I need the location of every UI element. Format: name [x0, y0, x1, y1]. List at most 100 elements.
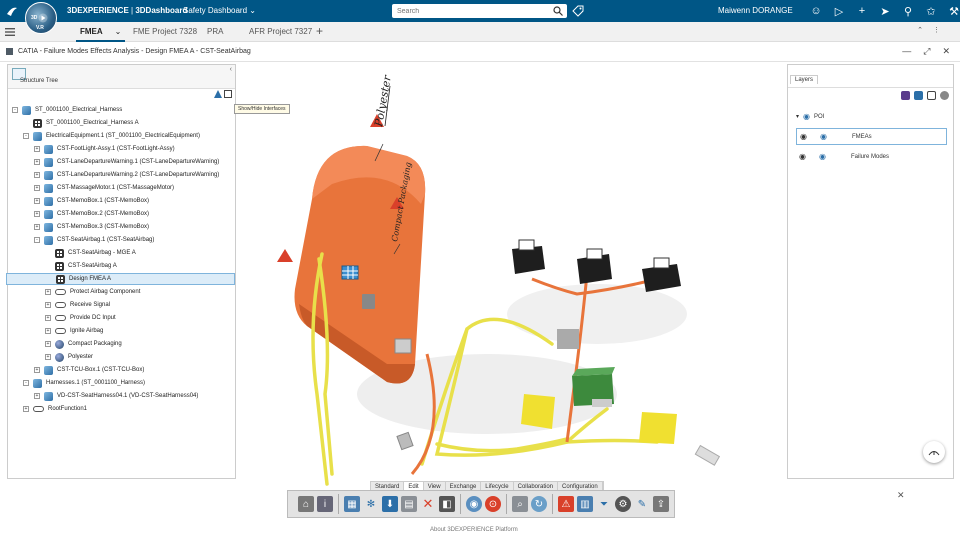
tab-fme-project[interactable]: FME Project 7328: [133, 22, 197, 42]
connector-black-3[interactable]: [642, 257, 681, 292]
compass-button[interactable]: 3D V.R: [25, 2, 57, 34]
tools-icon[interactable]: ⚒: [947, 4, 960, 18]
layer-list-icon[interactable]: [927, 91, 936, 100]
expand-icon[interactable]: +: [34, 224, 40, 230]
expand-icon[interactable]: +: [45, 341, 51, 347]
warning-tool-icon[interactable]: ⚠: [558, 496, 574, 512]
close-icon[interactable]: ✕: [897, 490, 905, 501]
export-icon[interactable]: ⇪: [653, 496, 669, 512]
3d-viewport[interactable]: Polyester Compact Packaging: [237, 64, 786, 519]
collapse-icon[interactable]: -: [23, 380, 29, 386]
tree-node[interactable]: CST-SeatAirbag - MGE A: [45, 247, 136, 259]
delete-icon[interactable]: ✕: [420, 496, 436, 512]
minimize-icon[interactable]: —: [902, 46, 911, 57]
tree-node[interactable]: + CST-LaneDepartureWarning.1 (CST-LaneDep…: [34, 156, 219, 168]
expand-icon[interactable]: +: [34, 146, 40, 152]
expand-icon[interactable]: +: [34, 159, 40, 165]
layer-remove-icon[interactable]: [940, 91, 949, 100]
tag-icon[interactable]: [572, 5, 584, 17]
tree-node[interactable]: + RootFunction1: [23, 403, 87, 415]
user-name[interactable]: Maiwenn DORANGE: [718, 6, 793, 15]
layer-visibility-icon[interactable]: [914, 91, 923, 100]
tree-node[interactable]: + CST-MassageMotor.1 (CST-MassageMotor): [34, 182, 174, 194]
ds-logo-icon[interactable]: [5, 4, 19, 18]
search-model-icon[interactable]: ⌕: [512, 496, 528, 512]
like-icon[interactable]: ✩: [924, 4, 938, 18]
expand-icon[interactable]: +: [34, 211, 40, 217]
tree-node[interactable]: - ST_0001100_Electrical_Harness: [12, 104, 122, 116]
add-tab-button[interactable]: +: [316, 24, 323, 38]
dashboard-selector[interactable]: Safety Dashboard ⌄: [183, 6, 256, 15]
tab-pra[interactable]: PRA: [207, 22, 223, 42]
tree-node[interactable]: + CST-FootLight-Assy.1 (CST-FootLight-Ass…: [34, 143, 175, 155]
tree-node[interactable]: - CST-SeatAirbag.1 (CST-SeatAirbag): [34, 234, 154, 246]
share-icon[interactable]: ➤: [878, 4, 892, 18]
zoom-icon[interactable]: ⊙: [485, 496, 501, 512]
globe-icon[interactable]: ◉: [466, 496, 482, 512]
expand-icon[interactable]: +: [45, 302, 51, 308]
expand-icon[interactable]: +: [34, 172, 40, 178]
annotation-polyester[interactable]: Polyester: [372, 74, 394, 129]
columns-icon[interactable]: ▥: [577, 496, 593, 512]
filter-icon[interactable]: ⏷: [596, 496, 612, 512]
module-yellow-1[interactable]: [521, 394, 555, 429]
fmea-marker-icon[interactable]: [341, 265, 359, 280]
tree-node[interactable]: + Receive Signal: [45, 299, 110, 311]
layer-item-fmeas[interactable]: ◉ ◉ FMEAs: [796, 128, 947, 145]
pencil-icon[interactable]: ✎: [634, 496, 650, 512]
view-compass-icon[interactable]: [923, 441, 945, 463]
warning-icon[interactable]: [277, 249, 293, 262]
connector-right[interactable]: [694, 444, 721, 466]
plus-icon[interactable]: +: [855, 4, 869, 18]
expand-icon[interactable]: +: [45, 289, 51, 295]
collapse-panel-icon[interactable]: ‹: [230, 66, 232, 73]
search-input[interactable]: [392, 4, 542, 18]
tree-node[interactable]: + VD-CST-SeatHarness04.1 (VD-CST-SeatHarn…: [34, 390, 198, 402]
connector-small[interactable]: [394, 338, 412, 354]
collapse-icon[interactable]: -: [34, 237, 40, 243]
expand-icon[interactable]: +: [34, 198, 40, 204]
tree-node[interactable]: + Provide DC Input: [45, 312, 116, 324]
settings-icon[interactable]: ⚙: [615, 496, 631, 512]
about-link[interactable]: About 3DEXPERIENCE Platform: [430, 527, 518, 533]
tab-layers[interactable]: Layers: [790, 75, 819, 84]
tree-node[interactable]: CST-SeatAirbag A: [45, 260, 117, 272]
filter-triangle-icon[interactable]: [214, 90, 222, 98]
tree-node[interactable]: Design FMEA A: [6, 273, 235, 285]
info-icon[interactable]: i: [317, 496, 333, 512]
connector-black-1[interactable]: [512, 239, 545, 274]
tree-node[interactable]: + Ignite Airbag: [45, 325, 103, 337]
grid-icon[interactable]: ▤: [401, 496, 417, 512]
tree-node[interactable]: + CST-MemoBox.2 (CST-MemoBox): [34, 208, 149, 220]
home-icon[interactable]: ⌂: [298, 496, 314, 512]
more-icon[interactable]: ⋮: [933, 26, 940, 34]
ecu-green[interactable]: [572, 367, 615, 407]
menu-icon[interactable]: [5, 27, 15, 37]
expand-icon[interactable]: +: [34, 393, 40, 399]
tree-node[interactable]: + Polyester: [45, 351, 93, 363]
table-icon[interactable]: ▦: [344, 496, 360, 512]
expand-icon[interactable]: +: [34, 367, 40, 373]
layer-group-poi[interactable]: ▾ ◉ POI: [796, 112, 824, 121]
eye-icon[interactable]: ◉: [800, 132, 810, 141]
tree-node[interactable]: + CST-TCU-Box.1 (CST-TCU-Box): [34, 364, 144, 376]
tab-afr-project[interactable]: AFR Project 7327: [249, 22, 312, 42]
layer-add-icon[interactable]: [901, 91, 910, 100]
search-icon[interactable]: [553, 6, 563, 16]
explode-icon[interactable]: ✻: [363, 496, 379, 512]
tree-node[interactable]: + Compact Packaging: [45, 338, 122, 350]
connector-grey[interactable]: [557, 329, 579, 349]
refresh-icon[interactable]: ↻: [531, 496, 547, 512]
tree-node[interactable]: - Harnesses.1 (ST_0001100_Harness): [23, 377, 145, 389]
tree-node[interactable]: ST_0001100_Electrical_Harness A: [23, 117, 139, 129]
module-yellow-2[interactable]: [639, 412, 677, 444]
user-icon[interactable]: ☺: [809, 4, 823, 18]
tree-node[interactable]: + Protect Airbag Component: [45, 286, 140, 298]
tree-node[interactable]: - ElectricalEquipment.1 (ST_0001100_Elect…: [23, 130, 200, 142]
interfaces-toggle-icon[interactable]: [224, 90, 232, 98]
fullscreen-icon[interactable]: ⤢: [923, 46, 930, 57]
compare-icon[interactable]: ◧: [439, 496, 455, 512]
expand-icon[interactable]: +: [45, 315, 51, 321]
connector-black-2[interactable]: [577, 248, 612, 284]
tab-fmea[interactable]: FMEA ⌄: [76, 22, 126, 42]
